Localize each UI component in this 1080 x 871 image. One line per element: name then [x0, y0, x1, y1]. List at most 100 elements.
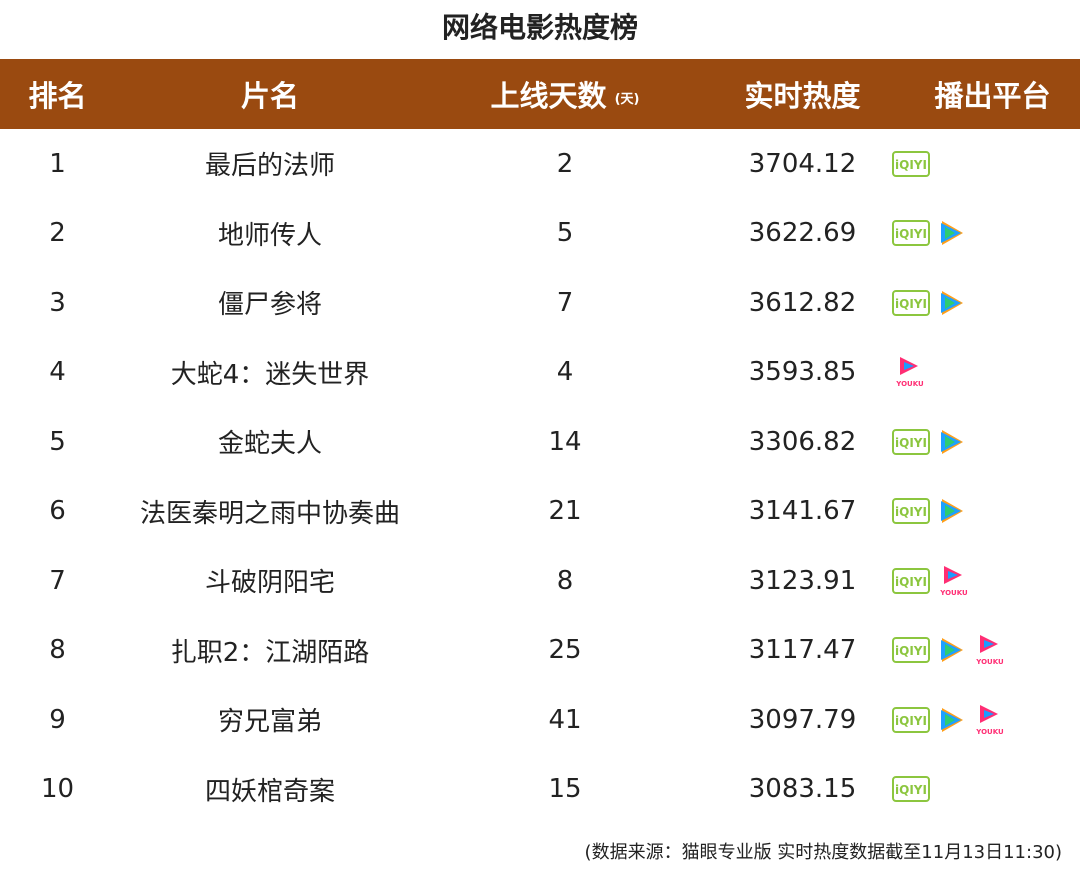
- tencent-logo-icon: [936, 496, 966, 526]
- movie-name-cell: 地师传人: [217, 220, 322, 251]
- platform-cell: iQIYI: [892, 199, 1080, 269]
- heat-value-cell: 3612.82: [748, 287, 857, 318]
- rank-cell: 7: [49, 565, 66, 596]
- header-days-label: 上线天数: [490, 79, 607, 113]
- svg-text:iQIYI: iQIYI: [895, 505, 927, 519]
- iqiyi-logo-icon: iQIYI: [892, 150, 930, 177]
- days-online-cell: 21: [548, 496, 582, 527]
- svg-text:YOUKU: YOUKU: [939, 589, 968, 597]
- platform-logos: iQIYI: [892, 288, 972, 318]
- table-row: 6 法医秦明之雨中协奏曲 21 3141.67 iQIYI: [0, 477, 1080, 547]
- svg-text:iQIYI: iQIYI: [895, 644, 927, 658]
- rank-cell: 4: [49, 357, 66, 388]
- tencent-logo-icon: [936, 705, 966, 735]
- iqiyi-logo-icon: iQIYI: [892, 498, 930, 525]
- iqiyi-logo-icon: iQIYI: [892, 706, 930, 733]
- youku-logo-icon: YOUKU: [936, 564, 972, 598]
- platform-logos: iQIYI YOUKU: [892, 633, 1014, 667]
- movie-name-cell: 法医秦明之雨中协奏曲: [139, 498, 400, 529]
- movie-name-cell: 大蛇4：迷失世界: [170, 359, 370, 390]
- heat-value-cell: 3622.69: [748, 218, 857, 249]
- platform-logos: iQIYI YOUKU: [892, 703, 1014, 737]
- days-online-cell: 14: [548, 426, 582, 457]
- youku-logo-icon: YOUKU: [972, 633, 1008, 667]
- iqiyi-logo-icon: iQIYI: [892, 637, 930, 664]
- header-days: 上线天数 (天): [445, 59, 685, 129]
- header-platform: 播出平台: [934, 79, 1051, 113]
- data-source-note: (数据来源：猫眼专业版 实时热度数据截至11月13日11:30): [584, 842, 1062, 863]
- youku-logo-icon: YOUKU: [892, 355, 928, 389]
- platform-cell: iQIYI: [892, 755, 1080, 825]
- days-online-cell: 8: [556, 565, 574, 596]
- svg-text:YOUKU: YOUKU: [975, 658, 1004, 666]
- platform-logos: iQIYI YOUKU: [892, 564, 978, 598]
- platform-logos: iQIYI: [892, 776, 936, 803]
- platform-cell: iQIYI YOUKU: [892, 546, 1080, 616]
- table-row: 2 地师传人 5 3622.69 iQIYI: [0, 199, 1080, 269]
- platform-cell: iQIYI: [892, 477, 1080, 547]
- ranking-table: 1 最后的法师 2 3704.12 iQIYI 2 地师传人 5 3622.69 iQIYI 3 僵尸…: [0, 129, 1080, 824]
- rank-cell: 8: [49, 635, 66, 666]
- heat-value-cell: 3097.79: [748, 704, 857, 735]
- movie-name-cell: 穷兄富弟: [217, 707, 322, 738]
- days-online-cell: 4: [556, 357, 574, 388]
- days-online-cell: 5: [556, 218, 574, 249]
- heat-value-cell: 3704.12: [748, 148, 857, 179]
- svg-text:iQIYI: iQIYI: [895, 297, 927, 311]
- days-online-cell: 41: [548, 704, 582, 735]
- rank-cell: 6: [49, 496, 66, 527]
- iqiyi-logo-icon: iQIYI: [892, 776, 930, 803]
- movie-name-cell: 斗破阴阳宅: [204, 568, 335, 599]
- heat-value-cell: 3123.91: [748, 565, 857, 596]
- tencent-logo-icon: [936, 218, 966, 248]
- iqiyi-logo-icon: iQIYI: [892, 567, 930, 594]
- svg-text:iQIYI: iQIYI: [895, 227, 927, 241]
- movie-name-cell: 四妖棺奇案: [204, 776, 335, 807]
- header-rank: 排名: [28, 79, 87, 113]
- table-row: 1 最后的法师 2 3704.12 iQIYI: [0, 129, 1080, 199]
- iqiyi-logo-icon: iQIYI: [892, 220, 930, 247]
- platform-cell: iQIYI: [892, 407, 1080, 477]
- svg-text:iQIYI: iQIYI: [895, 575, 927, 589]
- movie-name-cell: 最后的法师: [204, 151, 335, 182]
- rank-cell: 3: [49, 287, 66, 318]
- svg-text:YOUKU: YOUKU: [975, 728, 1004, 736]
- header-days-unit: (天): [614, 91, 640, 107]
- heat-value-cell: 3141.67: [748, 496, 857, 527]
- days-online-cell: 7: [556, 287, 574, 318]
- heat-value-cell: 3117.47: [748, 635, 857, 666]
- days-online-cell: 2: [556, 148, 574, 179]
- rank-cell: 10: [40, 774, 75, 805]
- tencent-logo-icon: [936, 288, 966, 318]
- platform-logos: iQIYI: [892, 427, 972, 457]
- platform-logos: iQIYI: [892, 496, 972, 526]
- platform-logos: iQIYI: [892, 150, 936, 177]
- youku-logo-icon: YOUKU: [972, 703, 1008, 737]
- table-row: 7 斗破阴阳宅 8 3123.91 iQIYI YOUKU: [0, 546, 1080, 616]
- platform-cell: iQIYI: [892, 129, 1080, 199]
- platform-cell: iQIYI YOUKU: [892, 616, 1080, 686]
- iqiyi-logo-icon: iQIYI: [892, 428, 930, 455]
- table-row: 4 大蛇4：迷失世界 4 3593.85 YOUKU: [0, 338, 1080, 408]
- table-row: 5 金蛇夫人 14 3306.82 iQIYI: [0, 407, 1080, 477]
- movie-name-cell: 僵尸参将: [217, 290, 322, 321]
- days-online-cell: 15: [548, 774, 582, 805]
- svg-text:iQIYI: iQIYI: [895, 783, 927, 797]
- table-row: 10 四妖棺奇案 15 3083.15 iQIYI: [0, 755, 1080, 825]
- platform-cell: YOUKU: [892, 338, 1080, 408]
- table-row: 8 扎职2：江湖陌路 25 3117.47 iQIYI YOUKU: [0, 616, 1080, 686]
- heat-value-cell: 3306.82: [748, 426, 857, 457]
- rank-cell: 5: [49, 426, 66, 457]
- svg-text:iQIYI: iQIYI: [895, 714, 927, 728]
- rank-cell: 9: [49, 704, 66, 735]
- header-name: 片名: [240, 79, 299, 113]
- platform-cell: iQIYI: [892, 268, 1080, 338]
- header-heat: 实时热度: [744, 79, 861, 113]
- svg-text:YOUKU: YOUKU: [895, 380, 924, 388]
- iqiyi-logo-icon: iQIYI: [892, 289, 930, 316]
- platform-logos: iQIYI: [892, 218, 972, 248]
- tencent-logo-icon: [936, 427, 966, 457]
- rank-cell: 1: [49, 148, 66, 179]
- movie-name-cell: 扎职2：江湖陌路: [170, 637, 370, 668]
- platform-cell: iQIYI YOUKU: [892, 685, 1080, 755]
